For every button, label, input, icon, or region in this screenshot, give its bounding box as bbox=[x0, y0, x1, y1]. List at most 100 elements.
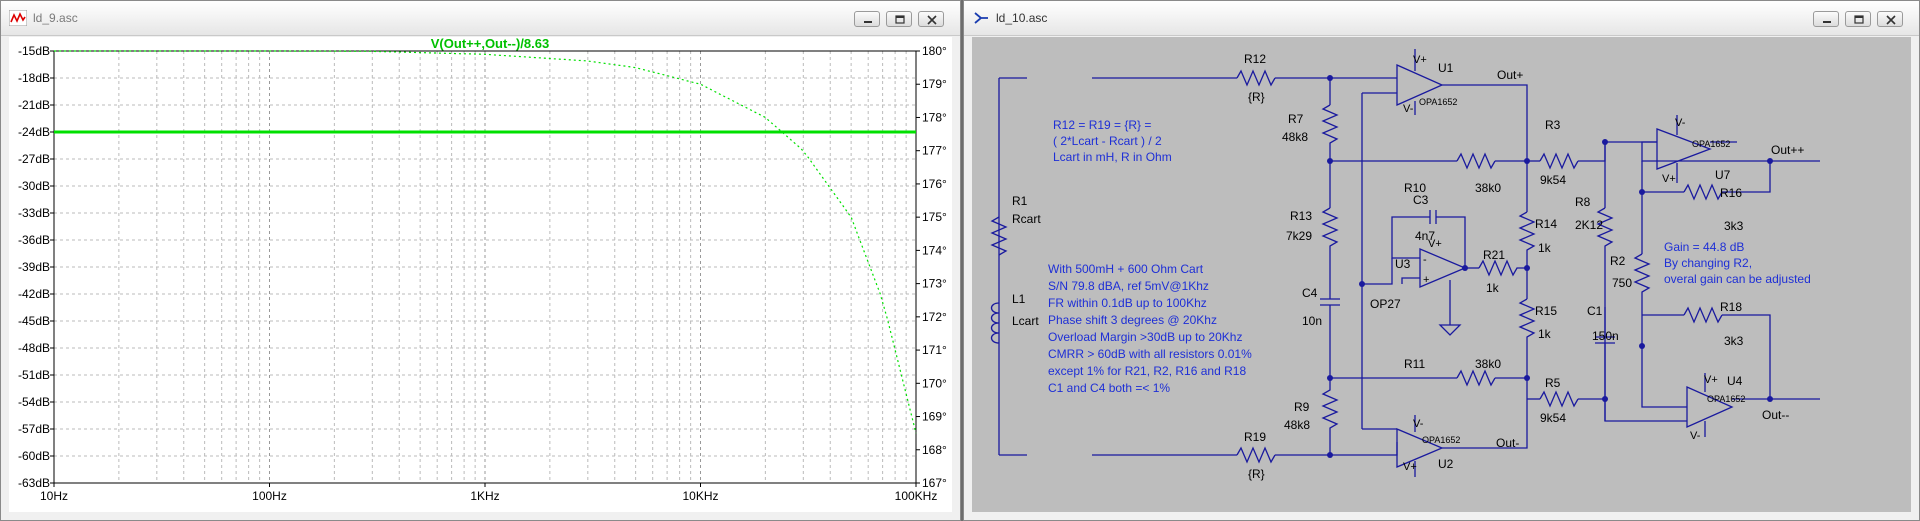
r11-value: 38k0 bbox=[1475, 357, 1501, 371]
waveform-icon bbox=[9, 10, 27, 26]
restore-icon bbox=[895, 15, 905, 24]
y-left-tick-label: -18dB bbox=[18, 71, 50, 85]
u7-vminus: V- bbox=[1675, 117, 1686, 129]
schematic-window-title: ld_10.asc bbox=[996, 11, 1048, 25]
r1-value: Rcart bbox=[1012, 212, 1041, 226]
l1-value: Lcart bbox=[1012, 314, 1039, 328]
y-right-tick-label: 169° bbox=[922, 410, 947, 424]
u2-vminus: V- bbox=[1413, 418, 1424, 430]
restore-button[interactable] bbox=[886, 11, 912, 27]
y-right-tick-label: 173° bbox=[922, 277, 947, 291]
note-spec-2: S/N 79.8 dBA, ref 5mV@1Khz bbox=[1048, 279, 1209, 293]
trace-label[interactable]: V(Out++,Out--)/8.63 bbox=[431, 36, 549, 51]
r5-label: R5 bbox=[1545, 376, 1561, 390]
y-left-tick-label: -48dB bbox=[18, 341, 50, 355]
note-spec-7: except 1% for R21, R2, R16 and R18 bbox=[1048, 364, 1246, 378]
u1-part: OPA1652 bbox=[1419, 97, 1457, 107]
opamp-part-labels: OPA1652 OPA1652 OPA1652 OPA1652 bbox=[1419, 97, 1745, 445]
plot-titlebar[interactable]: ld_9.asc bbox=[1, 1, 960, 36]
y-right-tick-label: 171° bbox=[922, 343, 947, 357]
r11-label: R11 bbox=[1404, 357, 1425, 371]
c1-label: C1 bbox=[1587, 304, 1603, 318]
r7-value: 48k8 bbox=[1282, 130, 1308, 144]
y-right-tick-label: 167° bbox=[922, 476, 947, 490]
left-axis-ticks: -15dB -18dB -21dB -24dB -27dB -30dB -33dB -36dB… bbox=[18, 44, 54, 490]
plot-pane[interactable]: -15dB -18dB -21dB -24dB -27dB -30dB -33dB -36dB… bbox=[9, 36, 954, 514]
r8-value: 2K12 bbox=[1575, 218, 1603, 232]
note-spec-6: CMRR > 60dB with all resistors 0.01% bbox=[1048, 347, 1252, 361]
restore-button[interactable] bbox=[1845, 11, 1871, 27]
u3-value: OP27 bbox=[1370, 297, 1401, 311]
minimize-icon bbox=[1823, 21, 1831, 23]
r13-label: R13 bbox=[1290, 209, 1312, 223]
schematic-canvas[interactable]: R12 {R} {R} R19 R7 48k8 R13 7k29 C4 10n … bbox=[972, 37, 1911, 512]
u7-vplus: V+ bbox=[1662, 173, 1676, 185]
minimize-button[interactable] bbox=[1813, 11, 1839, 27]
r15-label: R15 bbox=[1535, 304, 1557, 318]
y-left-tick-label: -33dB bbox=[18, 206, 50, 220]
r13-value: 7k29 bbox=[1286, 229, 1312, 243]
schematic-icon bbox=[974, 12, 988, 24]
y-left-tick-label: -21dB bbox=[18, 98, 50, 112]
schematic-notes: R12 = R19 = {R} = ( 2*Lcart - Rcart ) / … bbox=[1048, 118, 1811, 395]
r8-label: R8 bbox=[1575, 195, 1591, 209]
r9-value: 48k8 bbox=[1284, 418, 1310, 432]
y-right-tick-label: 180° bbox=[922, 44, 947, 58]
schematic-titlebar[interactable]: ld_10.asc bbox=[964, 1, 1919, 36]
u3-vplus: V+ bbox=[1428, 238, 1442, 250]
y-left-tick-label: -57dB bbox=[18, 422, 50, 436]
r18-value: 3k3 bbox=[1724, 334, 1744, 348]
net-out-plus-plus: Out++ bbox=[1771, 143, 1804, 157]
plot-window[interactable]: ld_9.asc -15dB -18dB -21dB -24dB -27dB -30dB -… bbox=[0, 0, 961, 521]
y-left-tick-label: -63dB bbox=[18, 476, 50, 490]
close-button[interactable] bbox=[918, 11, 944, 27]
bode-plot[interactable]: -15dB -18dB -21dB -24dB -27dB -30dB -33dB -36dB… bbox=[9, 36, 954, 514]
u4-part: OPA1652 bbox=[1707, 394, 1745, 404]
note-spec-4: Phase shift 3 degrees @ 20Khz bbox=[1048, 313, 1217, 327]
note-gain-1: Gain = 44.8 dB bbox=[1664, 240, 1744, 254]
y-left-tick-label: -51dB bbox=[18, 368, 50, 382]
u1-label: U1 bbox=[1438, 61, 1454, 75]
close-button[interactable] bbox=[1877, 11, 1903, 27]
y-right-tick-label: 179° bbox=[922, 77, 947, 91]
x-tick-label: 10Hz bbox=[40, 489, 68, 503]
u3-plus: + bbox=[1423, 274, 1429, 286]
schematic-window[interactable]: ld_10.asc R12 {R} {R} R19 R7 48k8 R13 7k… bbox=[963, 0, 1920, 521]
close-icon bbox=[927, 15, 937, 25]
x-tick-label: 100KHz bbox=[895, 489, 938, 503]
r7-label: R7 bbox=[1288, 112, 1304, 126]
y-right-tick-label: 175° bbox=[922, 210, 947, 224]
y-right-tick-label: 176° bbox=[922, 177, 947, 191]
minimize-button[interactable] bbox=[854, 11, 880, 27]
y-left-tick-label: -45dB bbox=[18, 314, 50, 328]
y-left-tick-label: -60dB bbox=[18, 449, 50, 463]
note-spec-3: FR within 0.1dB up to 100Khz bbox=[1048, 296, 1207, 310]
right-axis-ticks: 180° 179° 178° 177° 176° 175° 174° 173° 172° 171°… bbox=[916, 44, 947, 490]
x-tick-label: 1KHz bbox=[470, 489, 499, 503]
r21-label: R21 bbox=[1483, 248, 1505, 262]
restore-icon bbox=[1854, 15, 1864, 24]
note-formula-2: ( 2*Lcart - Rcart ) / 2 bbox=[1053, 134, 1162, 148]
schematic-drawing[interactable]: R12 {R} {R} R19 R7 48k8 R13 7k29 C4 10n … bbox=[972, 37, 1913, 514]
r16-value: 3k3 bbox=[1724, 219, 1744, 233]
minimize-icon bbox=[864, 21, 872, 23]
u1-vminus: V- bbox=[1403, 103, 1414, 115]
r19-value: {R} bbox=[1248, 467, 1265, 481]
u3-minus: - bbox=[1423, 254, 1427, 266]
u2-vplus: V+ bbox=[1403, 461, 1417, 473]
y-right-tick-label: 177° bbox=[922, 144, 947, 158]
c3-label: C3 bbox=[1413, 193, 1429, 207]
x-tick-label: 10KHz bbox=[682, 489, 718, 503]
u7-label: U7 bbox=[1715, 168, 1731, 182]
note-gain-2: By changing R2, bbox=[1664, 256, 1752, 270]
y-right-tick-label: 172° bbox=[922, 310, 947, 324]
y-left-tick-label: -15dB bbox=[18, 44, 50, 58]
net-out-minus-minus: Out-- bbox=[1762, 408, 1789, 422]
r1-label: R1 bbox=[1012, 194, 1028, 208]
r21-value: 1k bbox=[1486, 281, 1500, 295]
u7-part: OPA1652 bbox=[1692, 139, 1730, 149]
y-left-tick-label: -27dB bbox=[18, 152, 50, 166]
y-right-tick-label: 178° bbox=[922, 110, 947, 124]
l1-label: L1 bbox=[1012, 292, 1026, 306]
r19-label: R19 bbox=[1244, 430, 1266, 444]
